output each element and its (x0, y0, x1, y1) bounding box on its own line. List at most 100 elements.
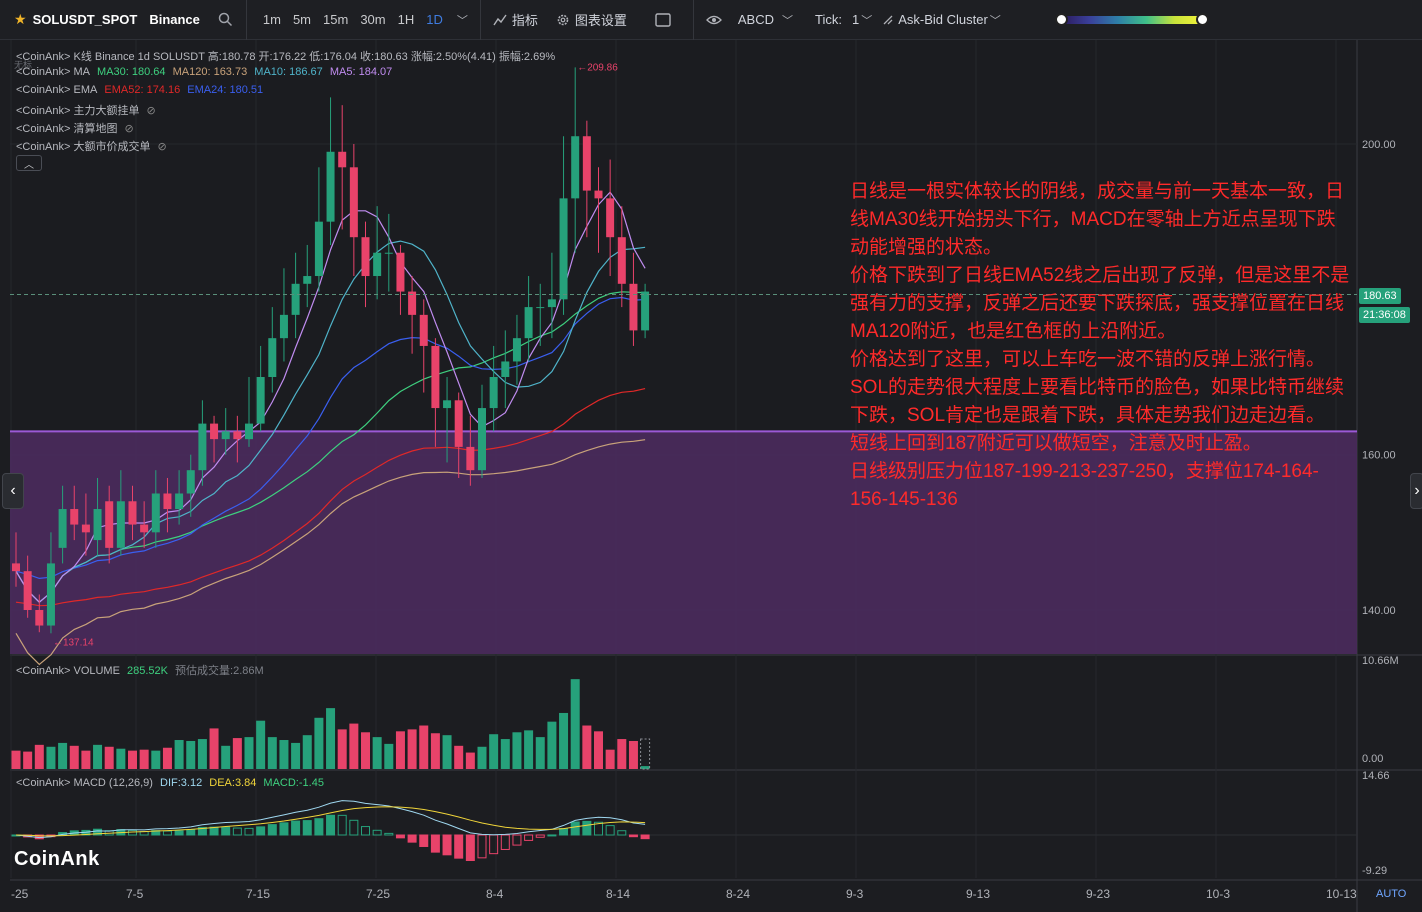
macd-histogram-bar (209, 826, 219, 836)
scroll-left-button[interactable]: ‹ (2, 473, 24, 509)
tick-select[interactable]: 1 (852, 12, 859, 27)
eye-hidden-icon[interactable]: ⊘ (125, 123, 134, 135)
time-tick: -25 (11, 887, 29, 901)
indicator-icon (493, 13, 507, 27)
volume-bar (139, 749, 149, 769)
collapse-legend-button[interactable]: ︿ (16, 155, 42, 171)
color-gradient-slider[interactable] (1054, 12, 1209, 26)
volume-bar (337, 729, 347, 769)
volume-bar (209, 728, 219, 769)
macd-histogram-bar (372, 829, 382, 836)
macd-histogram-bar (326, 814, 336, 836)
candle-body (140, 524, 149, 533)
volume-bar (326, 708, 336, 769)
volume-bar (454, 745, 464, 769)
volume-bar (221, 745, 231, 769)
candle-body (326, 151, 335, 222)
auto-scale-toggle[interactable]: AUTO (1376, 888, 1406, 900)
price-tick: 140.00 (1362, 605, 1396, 617)
dif-value: DIF:3.12 (160, 777, 203, 789)
volume-bar (570, 679, 580, 769)
volume-bar (465, 752, 475, 769)
volume-bar (244, 737, 254, 769)
symbol-name[interactable]: SOLUSDT_SPOT (33, 12, 138, 27)
candle-body (419, 314, 428, 346)
chevron-down-icon[interactable]: ﹀ (990, 12, 1001, 28)
drawing-tool-select[interactable]: ABCD (738, 12, 774, 27)
volume-bar (547, 721, 557, 769)
timeframe-5m[interactable]: 5m (293, 12, 311, 27)
macd-histogram-bar (617, 830, 627, 836)
macd-histogram-bar (570, 821, 580, 836)
volume-bar (372, 737, 382, 769)
macd-histogram-bar (500, 834, 510, 850)
ma10-value: MA10: 186.67 (254, 66, 323, 78)
eye-hidden-icon[interactable]: ⊘ (147, 105, 156, 117)
chevron-down-icon[interactable]: ﹀ (861, 12, 872, 28)
indicator-label: <CoinAnk> 主力大额挂单 (16, 105, 140, 117)
macd-histogram-bar (349, 819, 359, 836)
candle-body (35, 610, 44, 626)
candle-body (466, 446, 475, 471)
volume-prefix: <CoinAnk> VOLUME (16, 665, 120, 677)
timeframe-group: 1m 5m 15m 30m 1H 1D (247, 0, 449, 40)
macd-histogram-bar (186, 829, 196, 836)
volume-bar (58, 742, 68, 769)
candle-body (617, 237, 626, 284)
volume-bar (512, 732, 522, 769)
fullscreen-icon[interactable] (655, 12, 671, 27)
chart-settings-label: 图表设置 (574, 13, 627, 28)
eye-icon[interactable] (705, 14, 722, 26)
timeframe-1m[interactable]: 1m (263, 12, 281, 27)
volume-bar (174, 740, 184, 769)
slider-handle-left[interactable] (1054, 12, 1068, 26)
macd-tick: 14.66 (1362, 770, 1390, 782)
annotation-paragraph: 价格达到了这里，可以上车吃一波不错的反弹上涨行情。 (850, 349, 1326, 370)
macd-histogram-bar (547, 834, 557, 837)
gear-icon (556, 13, 570, 27)
time-tick: 9-13 (966, 887, 990, 901)
chart-area[interactable]: ←209.86 ←137.14 200.00 160.00 140.00 10.66M 0.… (2, 40, 1422, 912)
indicators-button[interactable]: 指标 (481, 0, 538, 40)
volume-bar (477, 746, 487, 769)
search-icon[interactable] (218, 12, 234, 27)
candle-body (58, 509, 67, 548)
chevron-down-icon[interactable]: ﹀ (782, 12, 793, 28)
cluster-select[interactable]: Ask-Bid Cluster (898, 12, 988, 27)
macd-histogram-bar (605, 825, 615, 836)
annotation-paragraph: 日线是一根实体较长的阴线，成交量与前一天基本一致，日线MA30线开始拐头下行，M… (850, 181, 1345, 258)
ma5-value: MA5: 184.07 (329, 66, 393, 78)
candle-body (524, 307, 533, 339)
timeframe-15m[interactable]: 15m (323, 12, 348, 27)
timeframe-1h[interactable]: 1H (398, 12, 415, 27)
timeframe-30m[interactable]: 30m (360, 12, 385, 27)
candle-body (443, 400, 452, 409)
scroll-right-button[interactable]: › (1410, 473, 1422, 509)
candle-body (12, 563, 20, 572)
volume-bar (302, 735, 312, 769)
volume-bar (489, 734, 499, 769)
star-icon[interactable]: ★ (14, 11, 27, 28)
high-marker: ←209.86 (577, 62, 618, 73)
volume-bar (256, 720, 266, 769)
eye-hidden-icon[interactable]: ⊘ (158, 141, 167, 153)
chevron-down-icon[interactable]: ﹀ (457, 12, 468, 28)
annotation-paragraph: 日线级别压力位187-199-213-237-250，支撑位174-164-15… (850, 461, 1319, 510)
annotation-paragraph: 短线上回到187附近可以做短空，注意及时止盈。 (850, 433, 1262, 454)
candle-body (221, 431, 230, 440)
time-tick: 7-5 (126, 887, 144, 901)
top-toolbar: ★ SOLUSDT_SPOT Binance 1m 5m 15m 30m 1H 1D ﹀ … (0, 0, 1422, 40)
candle-body (186, 470, 195, 494)
divider (692, 0, 694, 40)
dea-value: DEA:3.84 (209, 777, 257, 789)
chart-settings-button[interactable]: 图表设置 (538, 0, 627, 40)
candle-body (629, 283, 638, 331)
timeframe-1d[interactable]: 1D (426, 12, 443, 27)
time-tick: 7-25 (366, 887, 390, 901)
time-tick: 8-14 (606, 887, 630, 901)
tick-label: Tick: (815, 12, 842, 27)
macd-histogram-bar (221, 826, 231, 836)
candle-body (105, 501, 114, 548)
candle-body (70, 509, 79, 525)
slider-handle-right[interactable] (1195, 12, 1209, 26)
